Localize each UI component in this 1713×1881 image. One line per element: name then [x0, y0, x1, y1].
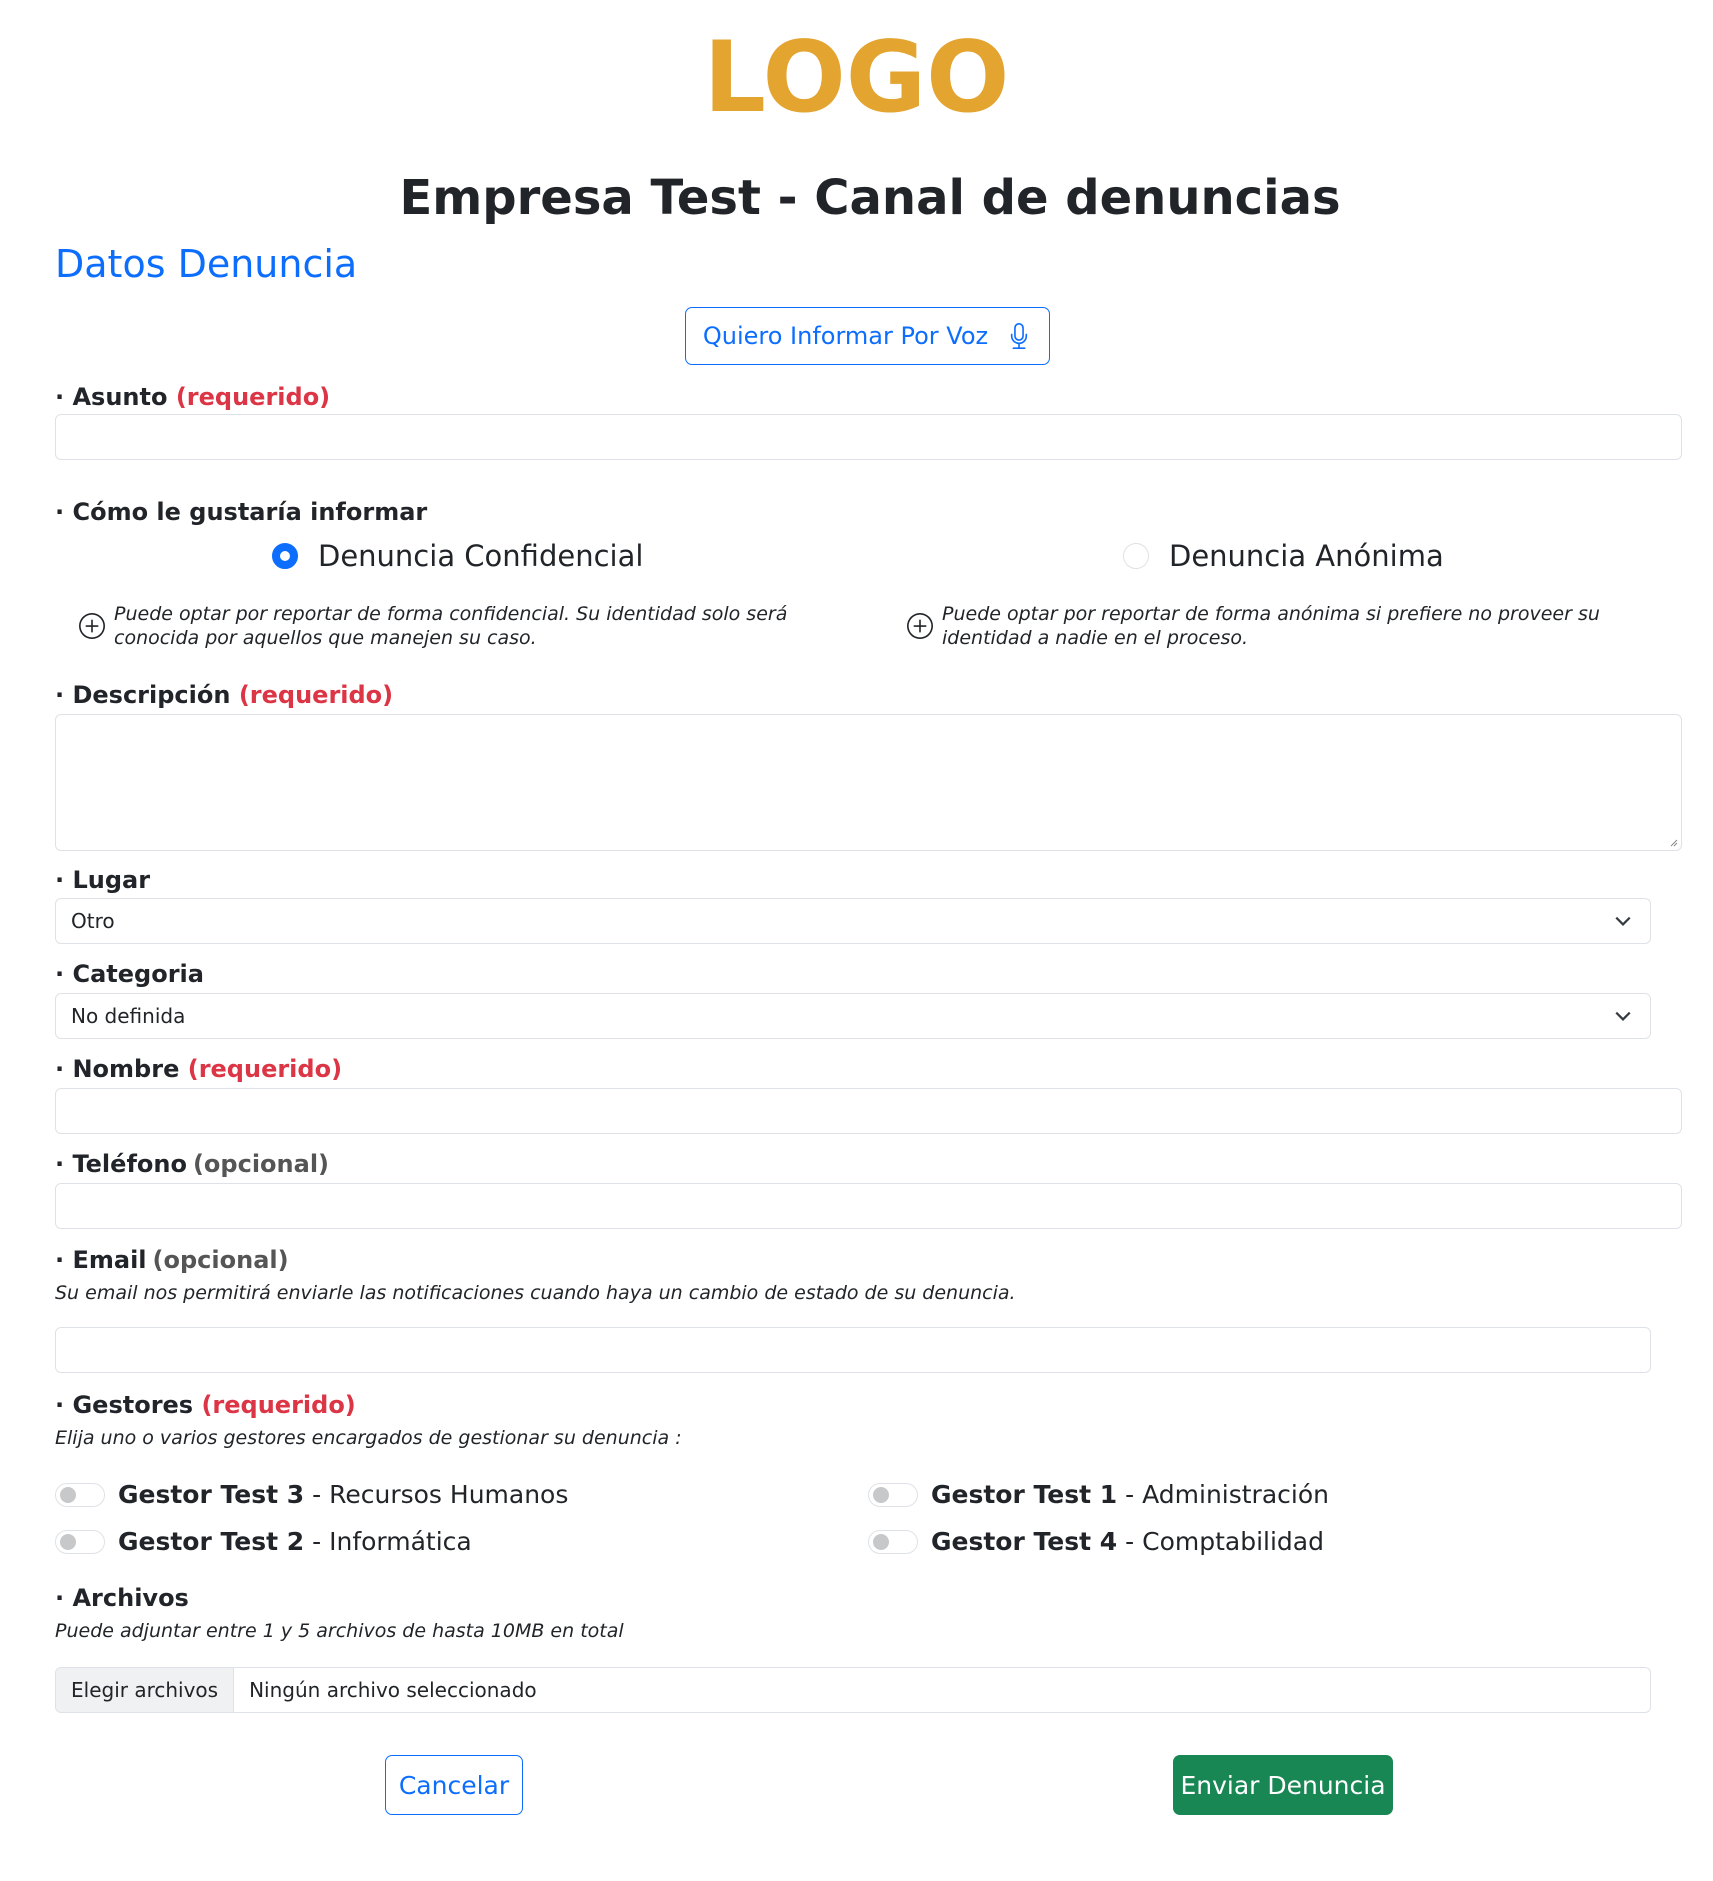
- asunto-input[interactable]: [55, 414, 1682, 460]
- asunto-label: · Asunto (requerido): [55, 383, 331, 411]
- gestor-dept: - Comptabilidad: [1125, 1527, 1324, 1556]
- gestor-toggle[interactable]: [868, 1482, 918, 1507]
- gestor-name: Gestor Test 3: [118, 1480, 305, 1509]
- gestor-dept: - Informática: [312, 1527, 472, 1556]
- resize-handle-icon[interactable]: [1668, 837, 1678, 847]
- gestor-name: Gestor Test 2: [118, 1527, 305, 1556]
- radio-button[interactable]: [1123, 543, 1149, 569]
- radio-confidencial-label: Denuncia Confidencial: [318, 539, 644, 573]
- gestor-dept: - Recursos Humanos: [312, 1480, 569, 1509]
- gestores-note: Elija uno o varios gestores encargados d…: [55, 1427, 682, 1449]
- required-tag: (requerido): [238, 681, 394, 709]
- radio-anonima[interactable]: Denuncia Anónima: [1123, 539, 1444, 573]
- radio-button-selected[interactable]: [272, 543, 298, 569]
- section-title: Datos Denuncia: [55, 242, 358, 286]
- confidencial-hint: Puede optar por reportar de forma confid…: [114, 603, 788, 649]
- chevron-down-icon: [1615, 916, 1631, 926]
- plus-circle-icon: [79, 613, 105, 639]
- lugar-select[interactable]: Otro: [55, 898, 1651, 944]
- email-note: Su email nos permitirá enviarle las noti…: [55, 1282, 1016, 1304]
- page-title: Empresa Test - Canal de denuncias: [399, 170, 1341, 226]
- categoria-select[interactable]: No definida: [55, 993, 1651, 1039]
- radio-confidencial[interactable]: Denuncia Confidencial: [272, 539, 643, 573]
- optional-tag: (opcional): [192, 1150, 330, 1178]
- telefono-label: · Teléfono (opcional): [55, 1150, 330, 1178]
- voice-report-button[interactable]: Quiero Informar Por Voz: [685, 307, 1050, 365]
- gestor-name: Gestor Test 1: [931, 1480, 1118, 1509]
- archivos-note: Puede adjuntar entre 1 y 5 archivos de h…: [55, 1620, 624, 1642]
- submit-button[interactable]: Enviar Denuncia: [1173, 1755, 1393, 1815]
- lugar-label: · Lugar: [55, 866, 151, 894]
- required-tag: (requerido): [201, 1391, 356, 1419]
- gestor-dept: - Administración: [1125, 1480, 1329, 1509]
- email-label: · Email (opcional): [55, 1246, 289, 1274]
- categoria-selected-value: No definida: [71, 1004, 186, 1028]
- lugar-selected-value: Otro: [71, 909, 115, 933]
- file-input[interactable]: Elegir archivos Ningún archivo seleccion…: [55, 1667, 1651, 1713]
- required-tag: (requerido): [175, 383, 331, 411]
- gestor-item[interactable]: Gestor Test 3 - Recursos Humanos: [55, 1480, 568, 1509]
- required-tag: (requerido): [187, 1055, 343, 1083]
- gestor-name: Gestor Test 4: [931, 1527, 1118, 1556]
- gestor-item[interactable]: Gestor Test 1 - Administración: [868, 1480, 1329, 1509]
- report-mode-label: · Cómo le gustaría informar: [55, 498, 428, 526]
- voice-report-label: Quiero Informar Por Voz: [702, 322, 989, 350]
- gestor-toggle[interactable]: [55, 1529, 105, 1554]
- gestor-toggle[interactable]: [55, 1482, 105, 1507]
- archivos-label: · Archivos: [55, 1584, 189, 1612]
- email-input[interactable]: [55, 1327, 1651, 1373]
- choose-files-button[interactable]: Elegir archivos: [56, 1668, 235, 1712]
- file-status: Ningún archivo seleccionado: [249, 1678, 537, 1702]
- plus-circle-icon: [907, 613, 933, 639]
- microphone-icon: [1011, 323, 1028, 349]
- telefono-input[interactable]: [55, 1183, 1682, 1229]
- company-logo: LOGO: [703, 21, 1010, 135]
- categoria-label: · Categoria: [55, 960, 204, 988]
- chevron-down-icon: [1615, 1011, 1631, 1021]
- nombre-input[interactable]: [55, 1088, 1682, 1134]
- descripcion-label: · Descripción (requerido): [55, 681, 394, 709]
- gestor-toggle[interactable]: [868, 1529, 918, 1554]
- gestor-item[interactable]: Gestor Test 2 - Informática: [55, 1527, 472, 1556]
- descripcion-textarea[interactable]: [55, 714, 1682, 851]
- nombre-label: · Nombre (requerido): [55, 1055, 343, 1083]
- gestores-label: · Gestores (requerido): [55, 1391, 356, 1419]
- radio-anonima-label: Denuncia Anónima: [1169, 539, 1444, 573]
- anonima-hint: Puede optar por reportar de forma anónim…: [942, 603, 1600, 649]
- optional-tag: (opcional): [152, 1246, 289, 1274]
- cancel-button[interactable]: Cancelar: [385, 1755, 523, 1815]
- gestor-item[interactable]: Gestor Test 4 - Comptabilidad: [868, 1527, 1324, 1556]
